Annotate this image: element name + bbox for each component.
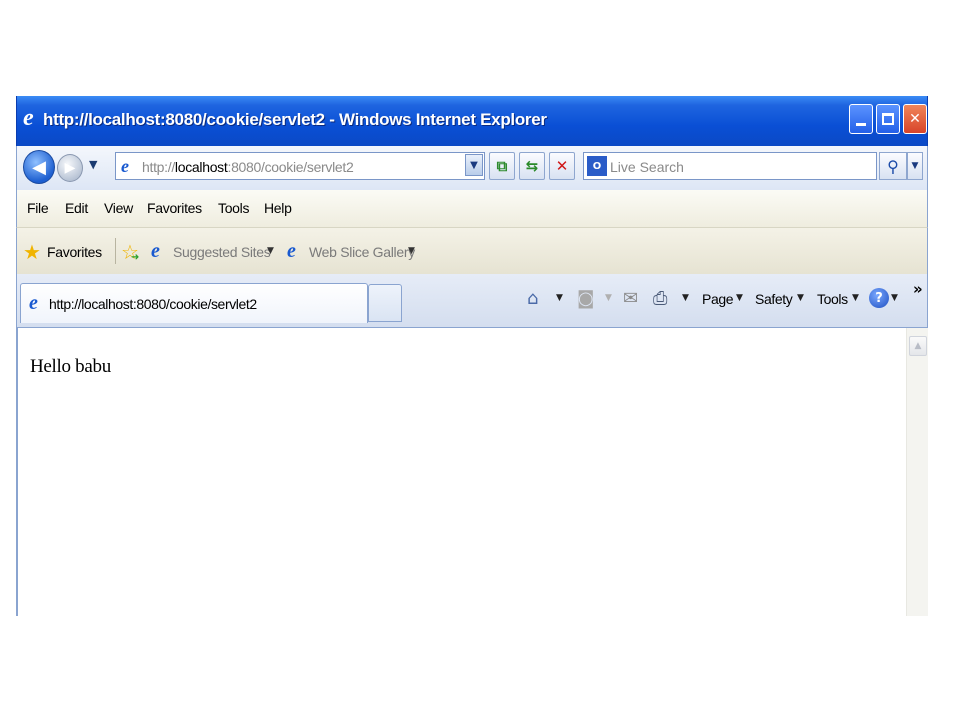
suggested-sites-icon: e [151, 240, 160, 262]
address-url[interactable]: http://localhost:8080/cookie/servlet2 [142, 159, 354, 175]
chevron-more-icon[interactable]: » [913, 280, 923, 298]
tab-servlet2[interactable]: e http://localhost:8080/cookie/servlet2 [20, 283, 368, 323]
safety-dropdown-icon[interactable]: ▼ [797, 293, 804, 303]
feeds-icon[interactable]: ◙ [577, 288, 594, 309]
stop-icon: ✕ [555, 157, 569, 175]
compatibility-icon: ⧉ [496, 157, 508, 175]
web-slice-icon: e [287, 240, 296, 262]
minimize-button[interactable] [849, 104, 873, 134]
maximize-icon [882, 113, 894, 125]
help-icon[interactable]: ? [869, 288, 889, 308]
address-toolbar: ◀ ▶ ▼ e http://localhost:8080/cookie/ser… [16, 146, 928, 190]
page-icon: e [121, 156, 129, 176]
page-menu[interactable]: Page [702, 291, 734, 307]
add-arrow-icon: ➜ [131, 252, 140, 263]
web-slice-gallery-link[interactable]: Web Slice Gallery [309, 244, 415, 260]
refresh-button[interactable]: ⇆ [519, 152, 545, 180]
minimize-icon [856, 122, 866, 126]
maximize-button[interactable] [876, 104, 900, 134]
forward-arrow-icon: ▶ [64, 160, 76, 176]
suggested-sites-dropdown-icon[interactable]: ▼ [267, 246, 274, 256]
tools-dropdown-icon[interactable]: ▼ [852, 293, 859, 303]
tab-row: e http://localhost:8080/cookie/servlet2 … [16, 274, 928, 328]
ie-logo-icon: e [23, 105, 34, 131]
help-dropdown-icon[interactable]: ▼ [891, 293, 898, 303]
title-bar[interactable]: e http://localhost:8080/cookie/servlet2 … [16, 96, 928, 146]
page-body-text: Hello babu [30, 356, 111, 377]
search-input[interactable] [610, 157, 870, 177]
tools-menu[interactable]: Tools [817, 291, 848, 307]
window-title: http://localhost:8080/cookie/servlet2 - … [43, 110, 547, 129]
menu-edit[interactable]: Edit [65, 200, 88, 216]
live-search-icon: O [587, 156, 607, 176]
refresh-icon: ⇆ [525, 157, 539, 175]
print-dropdown-icon[interactable]: ▼ [682, 293, 689, 303]
new-tab-button[interactable] [368, 284, 402, 322]
print-icon[interactable]: ⎙ [653, 288, 667, 309]
web-slice-dropdown-icon[interactable]: ▼ [408, 246, 415, 256]
back-button[interactable]: ◀ [23, 150, 55, 184]
browser-window: e http://localhost:8080/cookie/servlet2 … [16, 96, 928, 616]
close-button[interactable]: ✕ [903, 104, 927, 134]
vertical-scrollbar[interactable]: ▲ [906, 328, 928, 616]
suggested-sites-link[interactable]: Suggested Sites [173, 244, 271, 260]
menu-favorites[interactable]: Favorites [147, 200, 202, 216]
menu-view[interactable]: View [104, 200, 133, 216]
forward-button[interactable]: ▶ [57, 154, 83, 182]
address-dropdown-icon[interactable]: ▼ [465, 154, 483, 176]
favorites-bar: ★ Favorites ☆ ➜ e Suggested Sites ▼ e We… [16, 228, 928, 274]
read-mail-icon[interactable]: ✉ [623, 288, 638, 309]
menu-tools[interactable]: Tools [218, 200, 249, 216]
scroll-up-icon[interactable]: ▲ [909, 336, 927, 356]
home-dropdown-icon[interactable]: ▼ [556, 293, 563, 303]
stop-button[interactable]: ✕ [549, 152, 575, 180]
safety-menu[interactable]: Safety [755, 291, 793, 307]
favorites-button[interactable]: Favorites [47, 244, 102, 260]
back-arrow-icon: ◀ [32, 156, 46, 178]
search-box: O [583, 152, 877, 180]
menu-help[interactable]: Help [264, 200, 292, 216]
toolbar-divider [115, 238, 116, 264]
magnifier-icon: ⚲ [887, 156, 899, 176]
compatibility-view-button[interactable]: ⧉ [489, 152, 515, 180]
recent-pages-dropdown-icon[interactable]: ▼ [89, 158, 97, 171]
tab-title: http://localhost:8080/cookie/servlet2 [49, 296, 257, 312]
address-bar[interactable]: e http://localhost:8080/cookie/servlet2 [115, 152, 485, 180]
search-options-dropdown-icon[interactable]: ▼ [907, 152, 923, 180]
favorites-star-icon[interactable]: ★ [23, 240, 41, 264]
menu-bar: File Edit View Favorites Tools Help [16, 190, 928, 228]
home-icon[interactable]: ⌂ [527, 288, 538, 309]
menu-file[interactable]: File [27, 200, 49, 216]
search-button[interactable]: ⚲ [879, 152, 907, 180]
tab-page-icon: e [29, 292, 38, 314]
page-dropdown-icon[interactable]: ▼ [736, 293, 743, 303]
feeds-dropdown-icon[interactable]: ▼ [605, 293, 612, 303]
page-content: Hello babu ▲ [16, 328, 928, 616]
close-icon: ✕ [909, 111, 921, 127]
